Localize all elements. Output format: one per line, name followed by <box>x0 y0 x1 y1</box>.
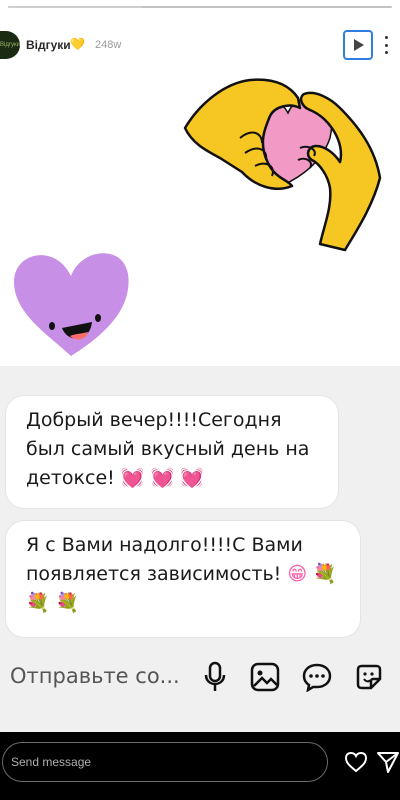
sticker-icon[interactable] <box>352 660 386 694</box>
mic-icon[interactable] <box>198 660 232 694</box>
send-icon[interactable] <box>374 748 400 776</box>
play-icon <box>354 39 364 51</box>
post-time: 248w <box>95 39 122 51</box>
smiling-heart-illustration <box>14 253 129 356</box>
emoji-hearts: 💓 💓 💓 <box>120 467 204 489</box>
hands-heart-illustration <box>183 78 382 252</box>
gallery-icon[interactable] <box>248 660 282 694</box>
account-username[interactable]: Відгуки <box>26 38 71 52</box>
message-bubble: Добрый вечер!!!!Сегодня был самый вкусны… <box>6 396 338 508</box>
heart-icon[interactable] <box>342 748 370 776</box>
message-bubble: Я с Вами надолго!!!!С Вами появляется за… <box>6 521 360 637</box>
chat-icon[interactable] <box>300 660 334 694</box>
send-message-placeholder: Send message <box>11 755 92 769</box>
play-button[interactable] <box>343 30 373 60</box>
more-icon[interactable] <box>378 36 394 54</box>
message-text: Я с Вами надолго!!!!С Вами появляется за… <box>26 534 303 585</box>
send-message-input[interactable]: Send message <box>2 742 328 782</box>
yellow-heart-icon: 💛 <box>70 37 85 51</box>
story-progress-fill <box>8 6 143 8</box>
composer-input[interactable]: Отправьте со... <box>10 664 180 688</box>
story-progress-bar <box>8 6 392 8</box>
